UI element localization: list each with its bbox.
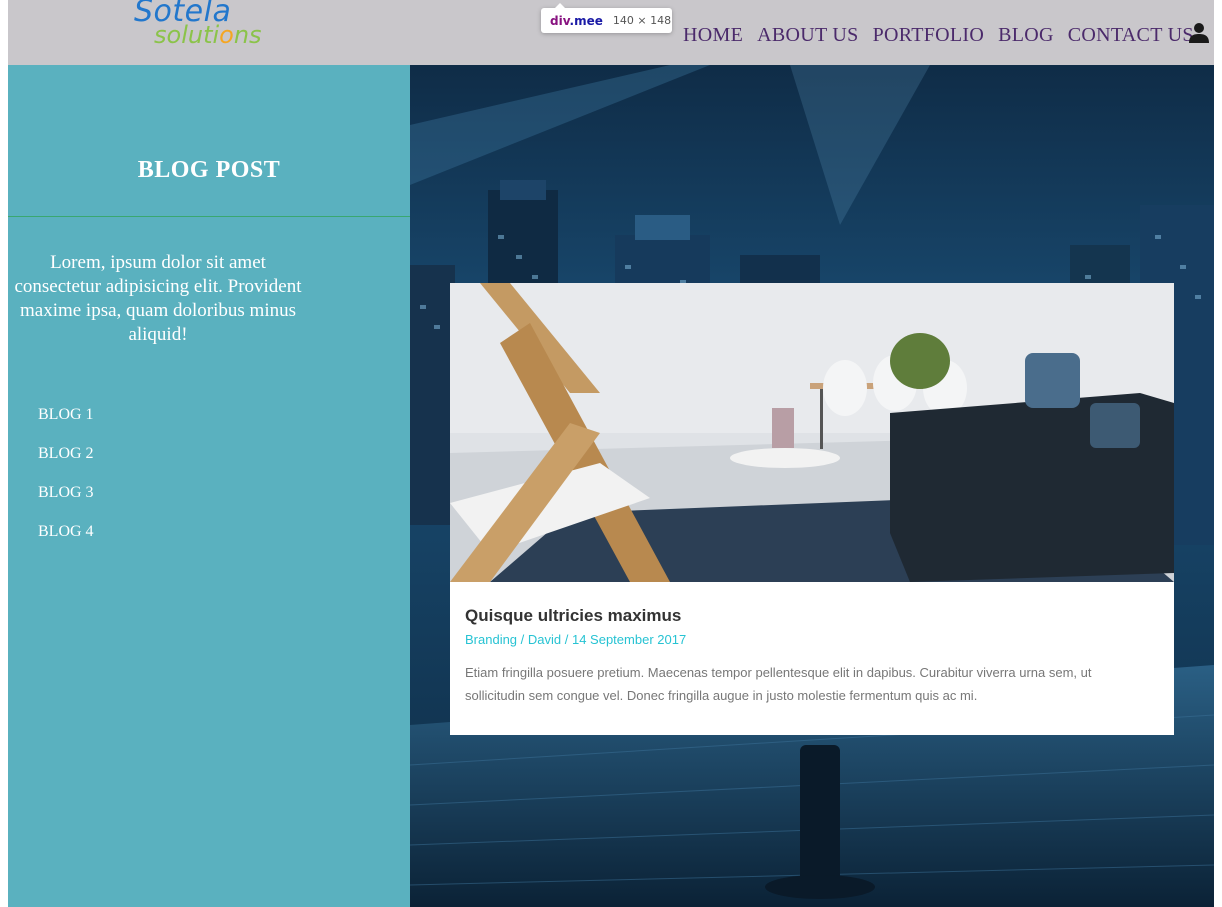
main-nav: HOME ABOUT US PORTFOLIO BLOG CONTACT US <box>683 22 1194 48</box>
sidebar-item-blog-2[interactable]: BLOG 2 <box>38 445 94 484</box>
brand-logo[interactable]: Sotela solutions <box>134 0 294 54</box>
sidebar-intro-text: Lorem, ipsum dolor sit amet consectetur … <box>14 252 302 345</box>
nav-home[interactable]: HOME <box>683 24 743 47</box>
sidebar-divider <box>8 216 410 217</box>
tooltip-size: 140 × 148 <box>612 14 672 27</box>
post-featured-image[interactable] <box>450 283 1174 582</box>
user-icon[interactable] <box>1187 22 1211 44</box>
meta-separator: / <box>561 632 572 647</box>
logo-gear-letter: o <box>219 21 234 49</box>
post-excerpt: Etiam fringilla posuere pretium. Maecena… <box>465 665 1092 703</box>
blog-post-card[interactable]: Quisque ultricies maximus Branding / Dav… <box>450 283 1174 735</box>
sidebar-item-blog-4[interactable]: BLOG 4 <box>38 523 94 562</box>
post-author-link[interactable]: David <box>528 632 561 647</box>
post-title[interactable]: Quisque ultricies maximus <box>465 606 681 626</box>
sidebar-item-blog-3[interactable]: BLOG 3 <box>38 484 94 523</box>
sidebar-blog-list: BLOG 1 BLOG 2 BLOG 3 BLOG 4 <box>38 406 94 562</box>
post-meta: Branding / David / 14 September 2017 <box>465 632 686 647</box>
sidebar: BLOG POST Lorem, ipsum dolor sit amet co… <box>8 65 410 907</box>
living-room-photo <box>450 283 1174 582</box>
meta-separator: / <box>517 632 528 647</box>
tooltip-selector: div.mee <box>550 13 603 28</box>
logo-bottom-post: ns <box>233 21 262 49</box>
nav-contact-us[interactable]: CONTACT US <box>1068 24 1194 47</box>
logo-wordmark-bottom: solutions <box>154 21 262 49</box>
inspector-tooltip: div.mee 140 × 148 <box>541 3 672 33</box>
sidebar-item-blog-1[interactable]: BLOG 1 <box>38 406 94 445</box>
post-date: 14 September 2017 <box>571 632 687 647</box>
post-category-link[interactable]: Branding <box>465 632 517 647</box>
logo-bottom-pre: soluti <box>154 21 220 49</box>
nav-about-us[interactable]: ABOUT US <box>757 24 859 47</box>
nav-blog[interactable]: BLOG <box>998 24 1054 47</box>
nav-portfolio[interactable]: PORTFOLIO <box>873 24 985 47</box>
sidebar-title: BLOG POST <box>137 157 281 183</box>
